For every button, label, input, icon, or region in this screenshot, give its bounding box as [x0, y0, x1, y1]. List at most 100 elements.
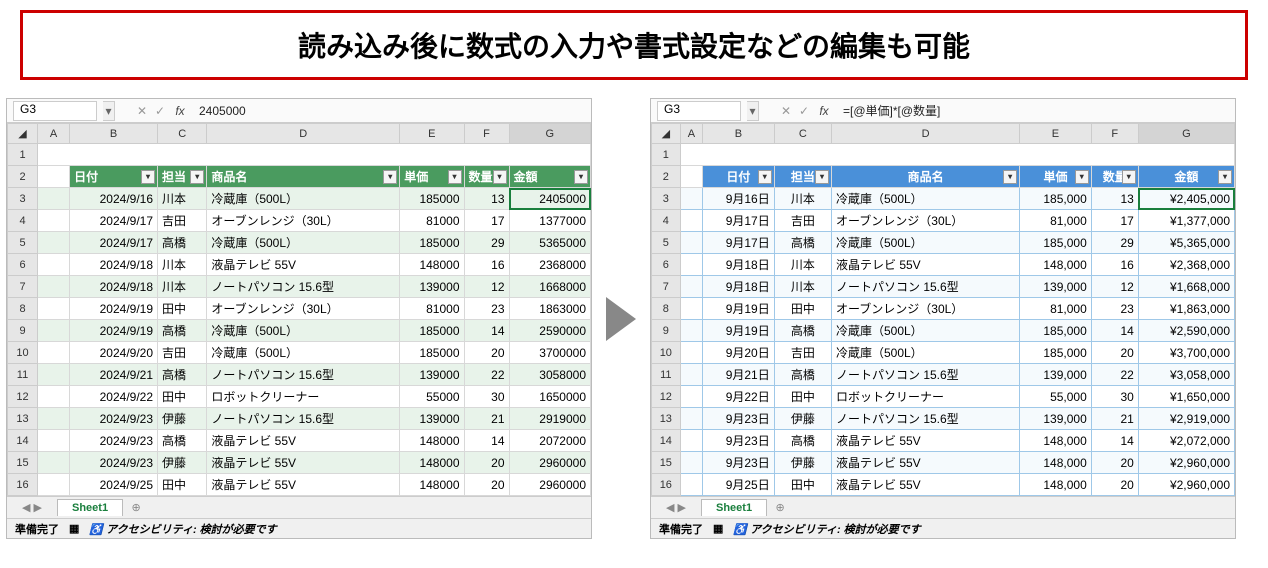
col-C[interactable]: C — [774, 124, 831, 144]
cell-date[interactable]: 2024/9/22 — [70, 386, 158, 408]
cell-unit[interactable]: 139,000 — [1020, 364, 1092, 386]
cell-qty[interactable]: 22 — [1091, 364, 1138, 386]
cell-product[interactable]: 冷蔵庫（500L） — [207, 320, 400, 342]
cell-amount[interactable]: 2368000 — [509, 254, 591, 276]
filter-icon[interactable]: ▾ — [448, 170, 462, 184]
cell-unit[interactable]: 148000 — [400, 254, 464, 276]
row-13[interactable]: 13 — [8, 408, 38, 430]
cell-amount[interactable]: ¥2,368,000 — [1138, 254, 1234, 276]
cell-tantou[interactable]: 川本 — [774, 254, 831, 276]
cell-date[interactable]: 9月17日 — [703, 232, 775, 254]
cell-qty[interactable]: 12 — [464, 276, 509, 298]
cell-amount[interactable]: ¥1,377,000 — [1138, 210, 1234, 232]
add-sheet-icon[interactable]: ⊕ — [767, 501, 793, 514]
cell-tantou[interactable]: 高橋 — [158, 430, 207, 452]
cell-product[interactable]: ノートパソコン 15.6型 — [207, 364, 400, 386]
cell-product[interactable]: 冷蔵庫（500L） — [831, 342, 1019, 364]
cell-product[interactable]: ノートパソコン 15.6型 — [207, 408, 400, 430]
row-8[interactable]: 8 — [652, 298, 681, 320]
row-11[interactable]: 11 — [8, 364, 38, 386]
formula-confirm-icon[interactable]: ✓ — [151, 104, 169, 118]
cell-A[interactable] — [38, 298, 70, 320]
cell-qty[interactable]: 23 — [464, 298, 509, 320]
fx-icon[interactable]: fx — [813, 104, 835, 118]
cell-amount[interactable]: ¥2,960,000 — [1138, 474, 1234, 496]
cell-tantou[interactable]: 田中 — [158, 298, 207, 320]
cell-product[interactable]: 液晶テレビ 55V — [207, 474, 400, 496]
row-11[interactable]: 11 — [652, 364, 681, 386]
cell-unit[interactable]: 139000 — [400, 408, 464, 430]
row-2[interactable]: 2 — [8, 166, 38, 188]
cell-product[interactable]: 冷蔵庫（500L） — [831, 320, 1019, 342]
filter-icon[interactable]: ▾ — [1122, 170, 1136, 184]
row-9[interactable]: 9 — [8, 320, 38, 342]
cell-date[interactable]: 2024/9/20 — [70, 342, 158, 364]
cell-product[interactable]: 液晶テレビ 55V — [831, 430, 1019, 452]
fx-icon[interactable]: fx — [169, 104, 191, 118]
cell-unit[interactable]: 139000 — [400, 364, 464, 386]
row-16[interactable]: 16 — [8, 474, 38, 496]
cell-date[interactable]: 9月23日 — [703, 408, 775, 430]
cell-tantou[interactable]: 吉田 — [158, 342, 207, 364]
row-13[interactable]: 13 — [652, 408, 681, 430]
row-3[interactable]: 3 — [652, 188, 681, 210]
col-E[interactable]: E — [400, 124, 464, 144]
cell-qty[interactable]: 14 — [1091, 320, 1138, 342]
cell-date[interactable]: 2024/9/18 — [70, 254, 158, 276]
cell-date[interactable]: 9月22日 — [703, 386, 775, 408]
col-C[interactable]: C — [158, 124, 207, 144]
cell-tantou[interactable]: 川本 — [774, 188, 831, 210]
cell-unit[interactable]: 55,000 — [1020, 386, 1092, 408]
cell-tantou[interactable]: 高橋 — [158, 364, 207, 386]
row-3[interactable]: 3 — [8, 188, 38, 210]
cell-amount[interactable]: ¥2,919,000 — [1138, 408, 1234, 430]
cell-amount[interactable]: ¥2,072,000 — [1138, 430, 1234, 452]
cell-date[interactable]: 9月19日 — [703, 298, 775, 320]
hdr-qty[interactable]: 数量▾ — [1091, 166, 1138, 188]
cell-A[interactable] — [38, 386, 70, 408]
row-9[interactable]: 9 — [652, 320, 681, 342]
col-D[interactable]: D — [207, 124, 400, 144]
cell-amount[interactable]: 3700000 — [509, 342, 591, 364]
cell-unit[interactable]: 81,000 — [1020, 298, 1092, 320]
cell-product[interactable]: 液晶テレビ 55V — [831, 474, 1019, 496]
cell-unit[interactable]: 139,000 — [1020, 276, 1092, 298]
cell-product[interactable]: ロボットクリーナー — [831, 386, 1019, 408]
row-7[interactable]: 7 — [8, 276, 38, 298]
cell-product[interactable]: 液晶テレビ 55V — [207, 254, 400, 276]
row-10[interactable]: 10 — [8, 342, 38, 364]
cell-date[interactable]: 2024/9/21 — [70, 364, 158, 386]
row-6[interactable]: 6 — [652, 254, 681, 276]
cell-tantou[interactable]: 高橋 — [774, 320, 831, 342]
sheet-tab[interactable]: Sheet1 — [701, 499, 767, 516]
cell-tantou[interactable]: 田中 — [774, 386, 831, 408]
cell-product[interactable]: 冷蔵庫（500L） — [831, 232, 1019, 254]
cell-qty[interactable]: 29 — [464, 232, 509, 254]
cell-date[interactable]: 2024/9/17 — [70, 210, 158, 232]
cell-unit[interactable]: 148,000 — [1020, 254, 1092, 276]
filter-icon[interactable]: ▾ — [190, 170, 204, 184]
cell-date[interactable]: 2024/9/16 — [70, 188, 158, 210]
row-8[interactable]: 8 — [8, 298, 38, 320]
row-4[interactable]: 4 — [8, 210, 38, 232]
cell-date[interactable]: 9月23日 — [703, 452, 775, 474]
col-G[interactable]: G — [509, 124, 591, 144]
cell-unit[interactable]: 148,000 — [1020, 430, 1092, 452]
cell-A[interactable] — [680, 298, 703, 320]
namebox-dropdown-icon[interactable]: ▾ — [103, 101, 115, 121]
cell-product[interactable]: 液晶テレビ 55V — [831, 254, 1019, 276]
cell-product[interactable]: 冷蔵庫（500L） — [207, 342, 400, 364]
cell-tantou[interactable]: 伊藤 — [158, 452, 207, 474]
row-1[interactable]: 1 — [8, 144, 38, 166]
cell-date[interactable]: 2024/9/17 — [70, 232, 158, 254]
filter-icon[interactable]: ▾ — [1218, 170, 1232, 184]
cell-A[interactable] — [680, 408, 703, 430]
hdr-date[interactable]: 日付▾ — [703, 166, 775, 188]
cell-A[interactable] — [38, 188, 70, 210]
cell-tantou[interactable]: 伊藤 — [774, 408, 831, 430]
cell-date[interactable]: 9月18日 — [703, 254, 775, 276]
formula-bar[interactable]: 2405000 — [191, 104, 591, 118]
cell-tantou[interactable]: 田中 — [158, 386, 207, 408]
cell-A[interactable] — [680, 210, 703, 232]
cell-amount[interactable]: 1650000 — [509, 386, 591, 408]
